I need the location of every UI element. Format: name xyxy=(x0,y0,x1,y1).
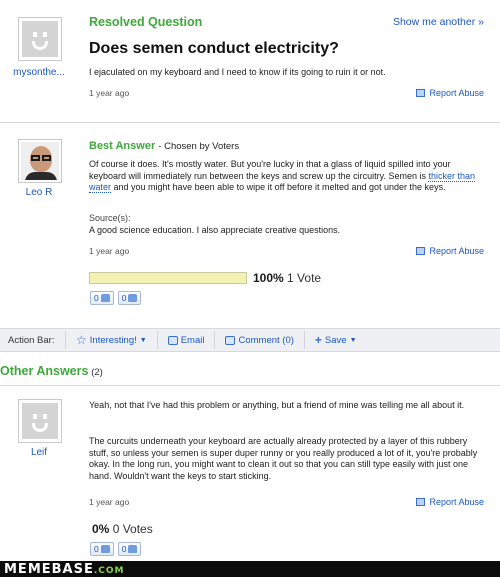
other-answer-timestamp: 1 year ago xyxy=(89,497,130,507)
best-answer-timestamp: 1 year ago xyxy=(89,246,130,256)
best-answer-author[interactable]: Leo R xyxy=(4,187,74,198)
other-answers-count: (2) xyxy=(91,367,103,378)
best-answer-rating: 0 0 xyxy=(90,291,142,305)
answerer-name[interactable]: Leif xyxy=(4,447,74,458)
question-report-abuse[interactable]: Report Abuse xyxy=(416,88,484,98)
answerer-avatar[interactable] xyxy=(18,399,62,443)
flag-icon xyxy=(416,247,426,255)
chevron-down-icon: ▼ xyxy=(349,336,357,344)
report-abuse-label: Report Abuse xyxy=(429,246,484,256)
other-answer-rating: 0 0 xyxy=(90,542,142,556)
memebase-logo: MEMEBASE.COM xyxy=(4,562,125,577)
best-answer-heading: Best Answer - Chosen by Voters xyxy=(89,140,239,152)
other-vote-result: 0% 0 Votes xyxy=(92,522,153,536)
thumbs-up-icon xyxy=(100,294,110,302)
vote-bar-fill xyxy=(90,273,246,283)
best-answer-avatar[interactable] xyxy=(18,139,62,183)
thumbs-down-button[interactable]: 0 xyxy=(117,542,142,556)
other-answer-report-abuse[interactable]: Report Abuse xyxy=(416,497,484,507)
vote-count: 1 Vote xyxy=(287,271,322,285)
chevron-down-icon: ▼ xyxy=(139,336,147,344)
question-title: Does semen conduct electricity? xyxy=(89,40,339,57)
save-button[interactable]: + Save ▼ xyxy=(315,333,357,347)
answer-text-part: Of course it does. It's mostly water. Bu… xyxy=(89,159,451,181)
other-answer-para-2: The curcuits underneath your keyboard ar… xyxy=(89,436,478,481)
save-icon: + xyxy=(314,333,322,347)
flag-icon xyxy=(416,498,426,506)
photo-avatar-icon xyxy=(21,142,59,180)
sources-label: Source(s): xyxy=(89,213,131,223)
divider xyxy=(0,385,500,386)
comment-icon xyxy=(225,335,236,345)
comment-label: Comment (0) xyxy=(238,334,294,346)
vote-percent: 0% xyxy=(92,522,110,536)
question-timestamp: 1 year ago xyxy=(89,88,130,98)
action-bar: Action Bar: ☆ Interesting! ▼ Email Comme… xyxy=(0,328,500,352)
show-another-link[interactable]: Show me another » xyxy=(393,16,484,28)
thumbs-down-count: 0 xyxy=(121,544,127,554)
vote-percent: 100% xyxy=(253,271,284,285)
other-answers-heading: Other Answers (2) xyxy=(0,364,103,378)
save-label: Save xyxy=(324,334,347,346)
other-answers-title: Other Answers xyxy=(0,364,89,378)
answer-text-part: and you might have been able to wipe it … xyxy=(111,182,446,192)
report-abuse-label: Report Abuse xyxy=(429,497,484,507)
best-answer-label: Best Answer xyxy=(89,140,156,152)
default-avatar-icon xyxy=(22,403,58,439)
interesting-button[interactable]: ☆ Interesting! ▼ xyxy=(76,333,147,347)
flag-icon xyxy=(416,89,426,97)
thumbs-up-button[interactable]: 0 xyxy=(90,542,114,556)
report-abuse-label: Report Abuse xyxy=(429,88,484,98)
vote-bar xyxy=(89,272,247,284)
best-answer-text: Of course it does. It's mostly water. Bu… xyxy=(89,159,481,194)
memebase-banner: MEMEBASE.COM xyxy=(0,561,500,577)
chosen-by-label: - Chosen by Voters xyxy=(158,141,240,152)
thumbs-down-count: 0 xyxy=(121,293,127,303)
email-label: Email xyxy=(180,334,205,346)
question-body: I ejaculated on my keyboard and I need t… xyxy=(89,67,386,77)
vote-count: 0 Votes xyxy=(112,522,153,536)
best-answer-report-abuse[interactable]: Report Abuse xyxy=(416,246,484,256)
thumbs-down-icon xyxy=(128,294,138,302)
divider xyxy=(0,122,500,123)
thumbs-up-icon xyxy=(100,545,110,553)
star-icon: ☆ xyxy=(76,333,87,347)
source-text: A good science education. I also appreci… xyxy=(89,225,341,235)
other-answer-para-1: Yeah, not that I've had this problem or … xyxy=(89,400,465,410)
email-button[interactable]: Email xyxy=(167,334,205,346)
comment-button[interactable]: Comment (0) xyxy=(225,334,294,346)
asker-name[interactable]: mysonthe... xyxy=(4,67,74,78)
default-avatar-icon xyxy=(22,21,58,57)
action-bar-label: Action Bar: xyxy=(8,334,55,346)
thumbs-down-icon xyxy=(128,545,138,553)
thumbs-up-button[interactable]: 0 xyxy=(90,291,114,305)
thumbs-down-button[interactable]: 0 xyxy=(117,291,142,305)
interesting-label: Interesting! xyxy=(89,334,137,346)
thumbs-up-count: 0 xyxy=(94,544,99,554)
thumbs-up-count: 0 xyxy=(94,293,99,303)
asker-avatar[interactable] xyxy=(18,17,62,61)
question-status: Resolved Question xyxy=(89,15,203,29)
vote-result: 100% 1 Vote xyxy=(253,271,321,285)
email-icon xyxy=(167,335,178,345)
logo-text: MEMEBASE xyxy=(4,562,94,577)
logo-suffix: .COM xyxy=(93,566,125,576)
